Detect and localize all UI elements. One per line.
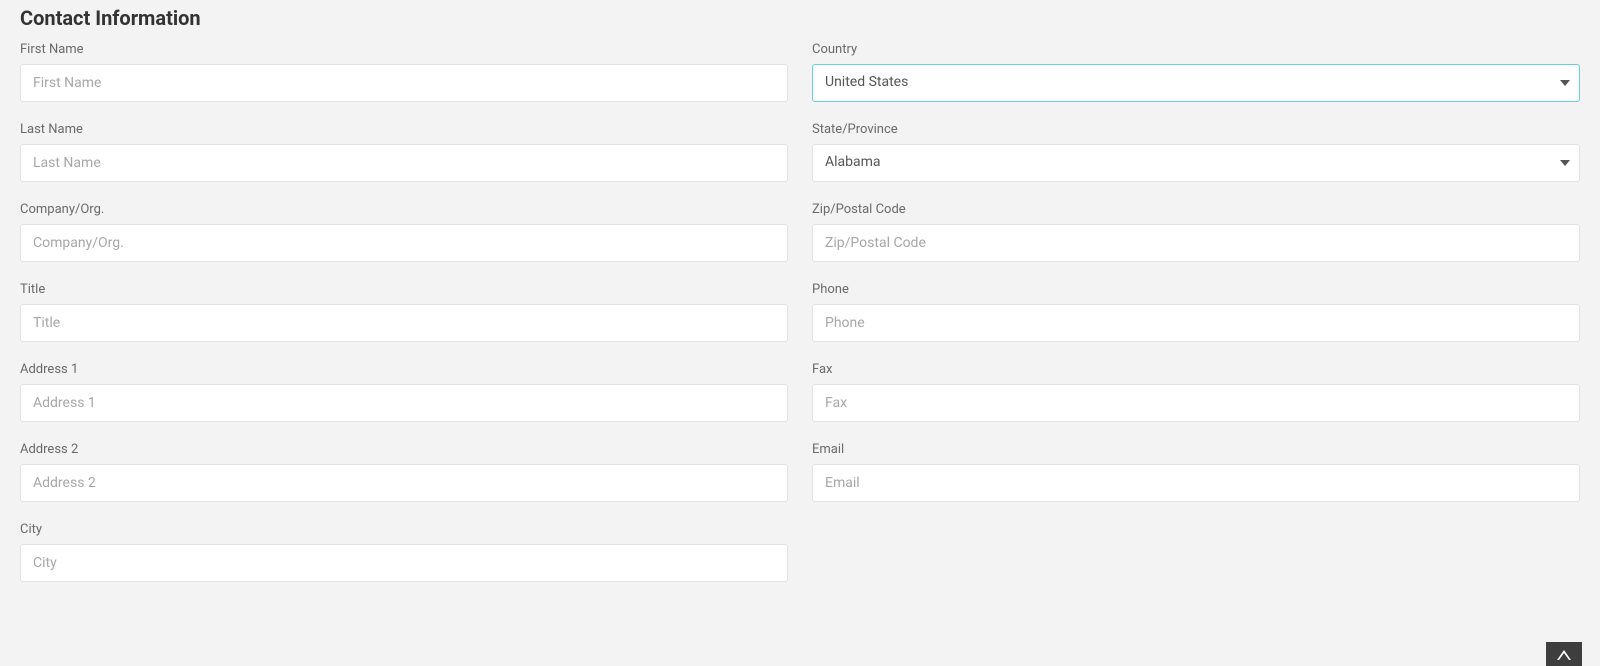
section-title: Contact Information <box>20 6 1580 30</box>
company-label: Company/Org. <box>20 202 788 217</box>
city-label: City <box>20 522 788 537</box>
zip-input[interactable] <box>812 224 1580 262</box>
country-label: Country <box>812 42 1580 57</box>
company-input[interactable] <box>20 224 788 262</box>
email-input[interactable] <box>812 464 1580 502</box>
address1-input[interactable] <box>20 384 788 422</box>
address2-input[interactable] <box>20 464 788 502</box>
phone-input[interactable] <box>812 304 1580 342</box>
email-label: Email <box>812 442 1580 457</box>
address2-label: Address 2 <box>20 442 788 457</box>
title-label: Title <box>20 282 788 297</box>
fax-input[interactable] <box>812 384 1580 422</box>
chevron-up-icon <box>1557 645 1571 664</box>
last-name-label: Last Name <box>20 122 788 137</box>
address1-label: Address 1 <box>20 362 788 377</box>
first-name-input[interactable] <box>20 64 788 102</box>
scroll-to-top-button[interactable] <box>1546 642 1582 666</box>
state-select[interactable]: Alabama <box>812 144 1580 182</box>
zip-label: Zip/Postal Code <box>812 202 1580 217</box>
fax-label: Fax <box>812 362 1580 377</box>
state-label: State/Province <box>812 122 1580 137</box>
first-name-label: First Name <box>20 42 788 57</box>
city-input[interactable] <box>20 544 788 582</box>
phone-label: Phone <box>812 282 1580 297</box>
title-input[interactable] <box>20 304 788 342</box>
left-column: First Name Last Name Company/Org. Title … <box>20 42 788 602</box>
right-column: Country United States State/Province Ala… <box>812 42 1580 602</box>
country-select[interactable]: United States <box>812 64 1580 102</box>
last-name-input[interactable] <box>20 144 788 182</box>
